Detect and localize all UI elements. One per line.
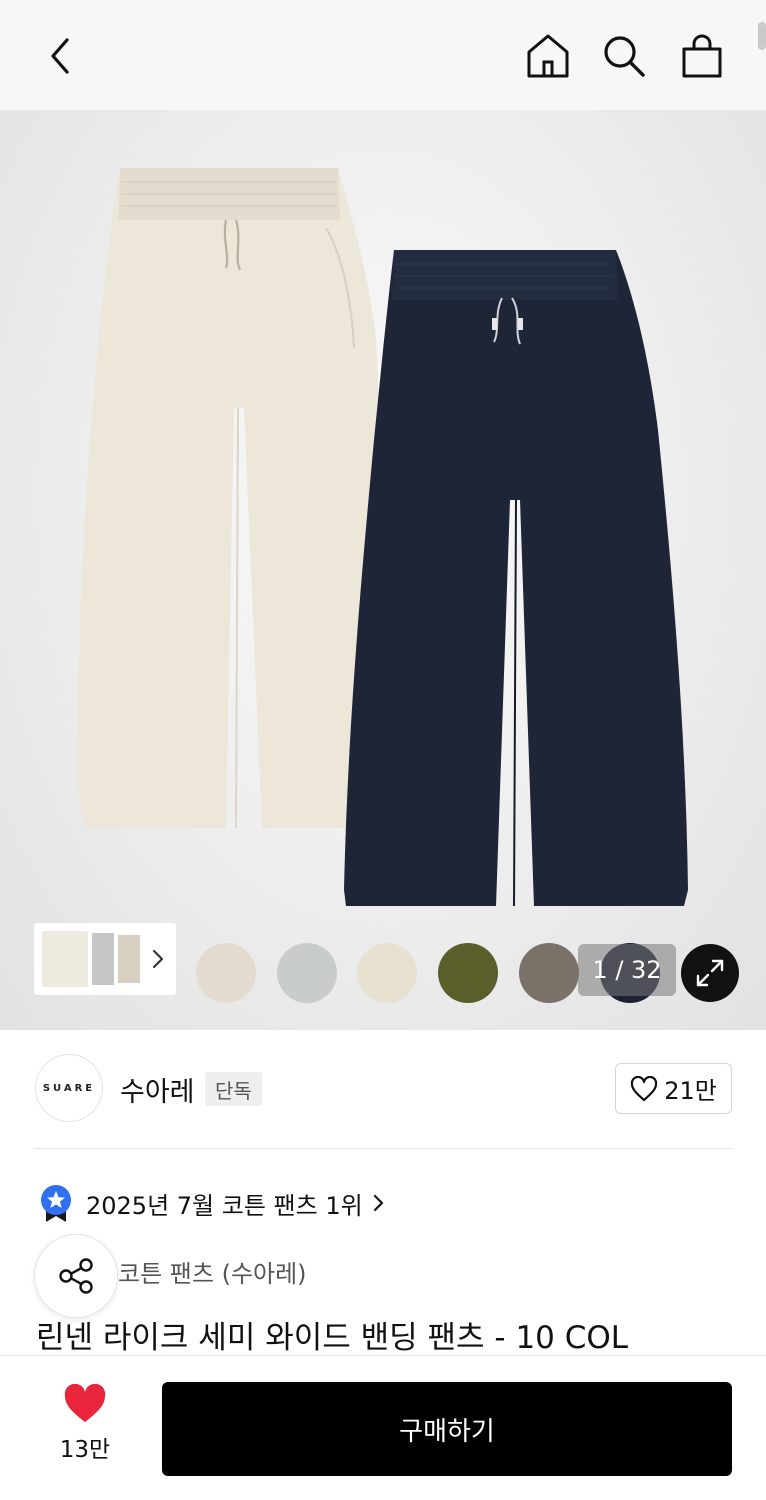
home-icon <box>527 34 569 78</box>
color-swatch[interactable] <box>519 943 579 1003</box>
search-button[interactable] <box>598 28 650 84</box>
brand-row: SUARE 수아레 단독 21만 <box>0 1030 766 1148</box>
ranking-text: 2025년 7월 코튼 팬츠 1위 <box>86 1191 363 1220</box>
like-button[interactable]: 13만 <box>40 1384 130 1464</box>
cart-button[interactable] <box>676 28 728 84</box>
brand-name[interactable]: 수아레 <box>120 1070 195 1109</box>
thumbnail-strip[interactable] <box>34 923 176 995</box>
bottom-action-bar: 13만 구매하기 <box>0 1355 766 1500</box>
ranking-link[interactable]: 2025년 7월 코튼 팬츠 1위 <box>38 1180 385 1226</box>
product-title: 린넨 라이크 세미 와이드 밴딩 팬츠 - 10 COL <box>36 1320 629 1356</box>
color-swatch[interactable] <box>357 943 417 1003</box>
like-count: 13만 <box>59 1437 111 1463</box>
brand-logo[interactable]: SUARE <box>35 1054 103 1122</box>
buy-button[interactable]: 구매하기 <box>162 1382 732 1476</box>
top-header <box>0 0 766 110</box>
heart-outline-icon <box>631 1075 658 1101</box>
chevron-right-icon <box>373 1194 383 1212</box>
chevron-left-icon <box>51 38 69 74</box>
product-image-gallery[interactable]: 1 / 32 <box>0 110 766 1030</box>
heart-filled-icon <box>64 1384 106 1422</box>
image-counter: 1 / 32 <box>578 944 676 996</box>
ranking-badge-icon <box>41 1185 71 1222</box>
chevron-right-icon <box>152 949 164 969</box>
brand-like-count: 21만 <box>664 1077 717 1105</box>
back-button[interactable] <box>34 28 86 84</box>
color-swatch[interactable] <box>196 943 256 1003</box>
expand-button[interactable] <box>681 944 739 1002</box>
shopping-bag-icon <box>682 34 722 78</box>
expand-icon <box>696 959 724 987</box>
category-breadcrumb[interactable]: 코튼 팬츠 (수아레) <box>118 1254 307 1289</box>
home-button[interactable] <box>522 28 574 84</box>
color-swatch[interactable] <box>438 943 498 1003</box>
color-swatch[interactable] <box>277 943 337 1003</box>
scrollbar[interactable] <box>758 22 766 50</box>
brand-like-button[interactable]: 21만 <box>615 1063 732 1114</box>
product-image-navy-pants <box>344 250 688 907</box>
search-icon <box>604 36 645 77</box>
exclusive-badge: 단독 <box>205 1072 262 1106</box>
divider <box>34 1148 732 1149</box>
share-icon <box>59 1258 93 1294</box>
share-button[interactable] <box>34 1234 118 1318</box>
product-image-cream-pants <box>77 168 387 829</box>
product-page: 1 / 32 SUARE 수아레 단독 21만 2025년 7월 코튼 팬츠 1… <box>0 0 766 1500</box>
thumbnail-image <box>42 931 142 987</box>
